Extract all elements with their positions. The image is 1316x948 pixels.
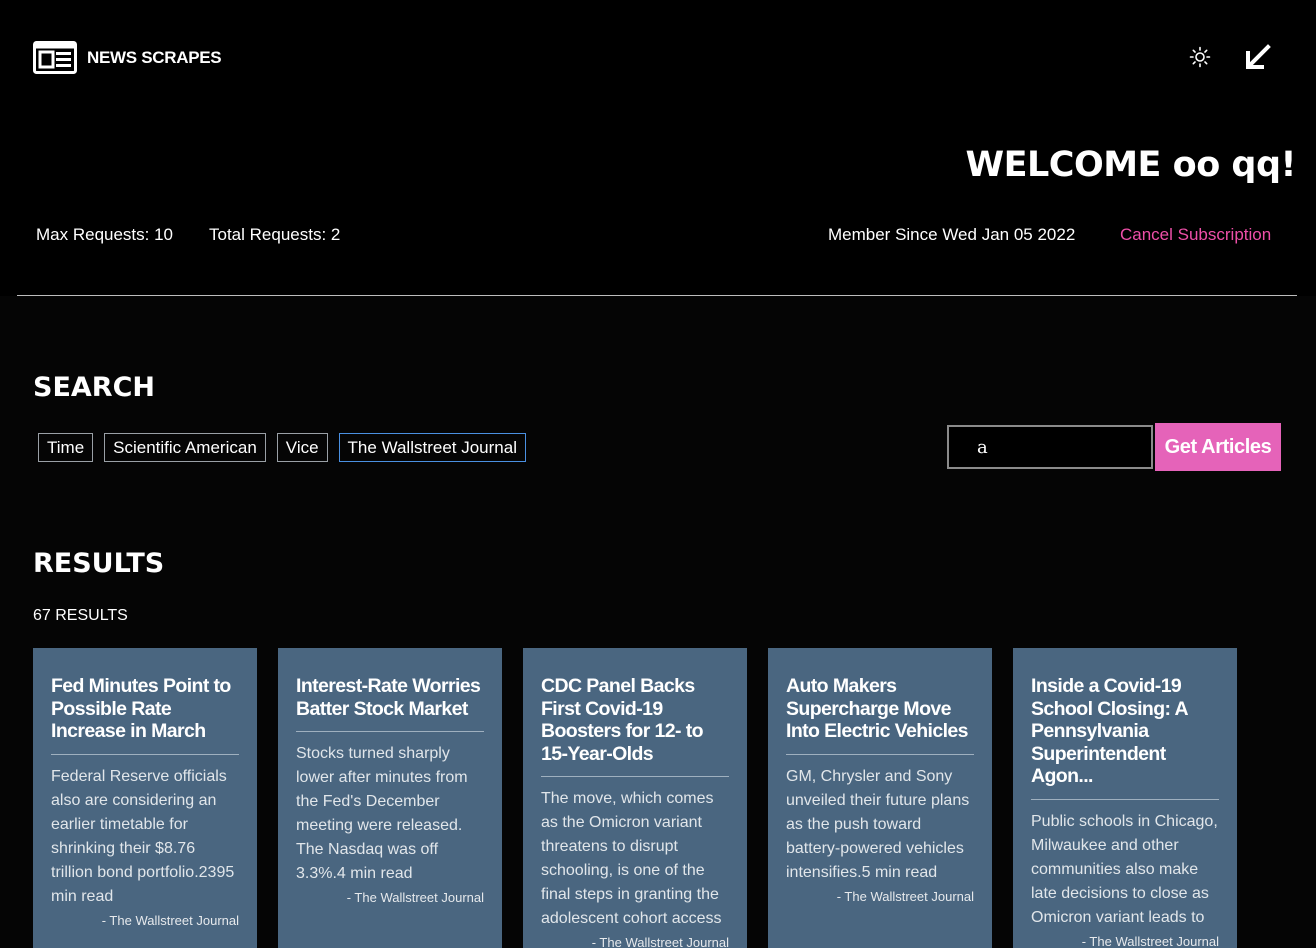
article-title: Inside a Covid-19 School Closing: A Penn… <box>1031 675 1219 800</box>
source-chip-vice[interactable]: Vice <box>277 433 328 462</box>
article-description: Public schools in Chicago, Milwaukee and… <box>1031 810 1219 930</box>
sun-icon <box>1189 46 1211 68</box>
article-description: GM, Chrysler and Sony unveiled their fut… <box>786 765 974 885</box>
source-chip-time[interactable]: Time <box>38 433 93 462</box>
header-divider <box>17 295 1297 296</box>
article-card[interactable]: CDC Panel Backs First Covid-19 Boosters … <box>523 648 747 948</box>
max-requests: Max Requests: 10 <box>36 225 173 245</box>
article-title: CDC Panel Backs First Covid-19 Boosters … <box>541 675 729 777</box>
article-description: The move, which comes as the Omicron var… <box>541 787 729 931</box>
article-description: Federal Reserve officials also are consi… <box>51 765 239 909</box>
article-source: - The Wallstreet Journal <box>786 889 974 904</box>
article-source: - The Wallstreet Journal <box>51 913 239 928</box>
app-logo[interactable]: NEWS SCRAPES <box>33 41 221 74</box>
get-articles-button[interactable]: Get Articles <box>1155 423 1281 471</box>
article-card[interactable]: Auto Makers Supercharge Move Into Electr… <box>768 648 992 948</box>
top-bar: NEWS SCRAPES WELCOME oo qq! Max Requests… <box>0 0 1316 296</box>
source-chip-scientific-american[interactable]: Scientific American <box>104 433 266 462</box>
theme-toggle-button[interactable] <box>1189 46 1211 68</box>
results-heading: RESULTS <box>33 548 164 579</box>
article-source: - The Wallstreet Journal <box>296 890 484 905</box>
article-card[interactable]: Inside a Covid-19 School Closing: A Penn… <box>1013 648 1237 948</box>
app-name: NEWS SCRAPES <box>87 48 221 68</box>
total-requests: Total Requests: 2 <box>209 225 340 245</box>
article-source: - The Wallstreet Journal <box>1031 934 1219 948</box>
article-card-list: Fed Minutes Point to Possible Rate Incre… <box>33 648 1237 948</box>
logout-button[interactable] <box>1245 44 1271 70</box>
article-card[interactable]: Interest-Rate Worries Batter Stock Marke… <box>278 648 502 948</box>
newspaper-icon <box>33 41 77 74</box>
search-input[interactable] <box>947 425 1153 469</box>
article-source: - The Wallstreet Journal <box>541 935 729 948</box>
article-title: Auto Makers Supercharge Move Into Electr… <box>786 675 974 755</box>
article-title: Fed Minutes Point to Possible Rate Incre… <box>51 675 239 755</box>
welcome-heading: WELCOME oo qq! <box>965 145 1296 185</box>
cancel-subscription-link[interactable]: Cancel Subscription <box>1120 225 1271 245</box>
source-filter-list: Time Scientific American Vice The Wallst… <box>38 433 526 462</box>
source-chip-wallstreet-journal[interactable]: The Wallstreet Journal <box>339 433 526 462</box>
article-title: Interest-Rate Worries Batter Stock Marke… <box>296 675 484 732</box>
article-description: Stocks turned sharply lower after minute… <box>296 742 484 886</box>
article-card[interactable]: Fed Minutes Point to Possible Rate Incre… <box>33 648 257 948</box>
member-since: Member Since Wed Jan 05 2022 <box>828 225 1075 245</box>
results-count: 67 RESULTS <box>33 607 128 625</box>
arrow-down-left-icon <box>1245 44 1271 70</box>
search-heading: SEARCH <box>33 372 155 403</box>
